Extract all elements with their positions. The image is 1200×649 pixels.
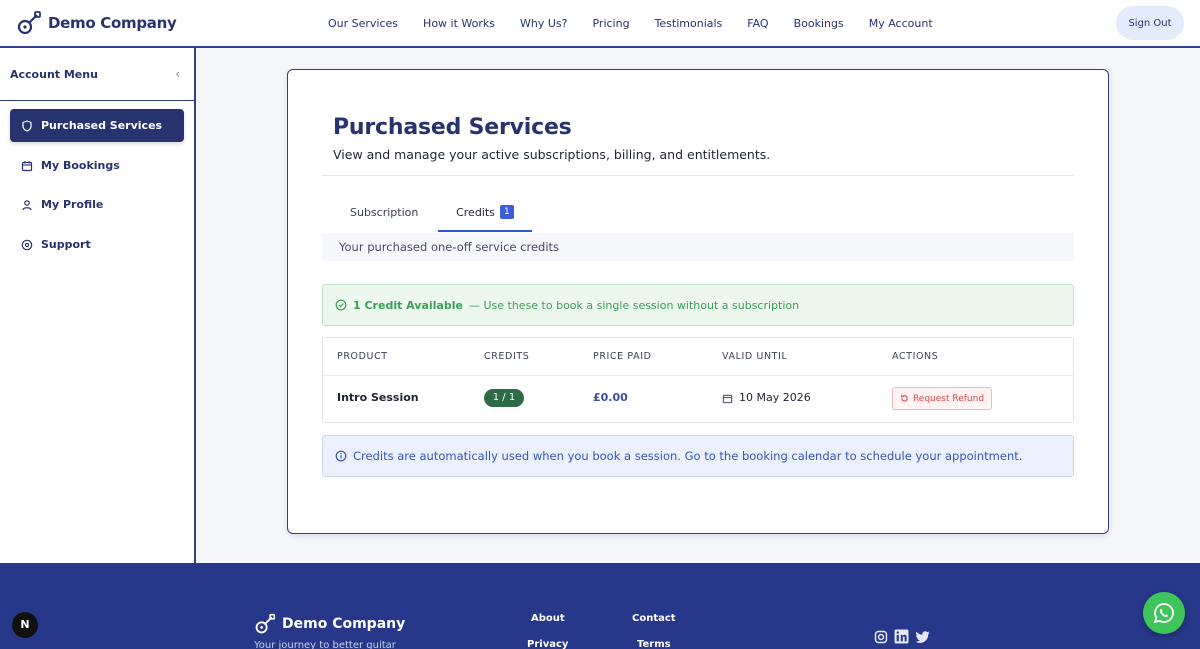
sidebar-item-label: Support xyxy=(41,238,91,251)
footer-brand-name: Demo Company xyxy=(282,616,406,632)
credits-available-alert: 1 Credit Available — Use these to book a… xyxy=(322,284,1074,326)
user-icon xyxy=(22,199,32,210)
page-subtitle: View and manage your active subscription… xyxy=(333,147,771,162)
credits-count-badge: 1 xyxy=(499,205,514,219)
instagram-icon[interactable] xyxy=(874,630,888,644)
whatsapp-chat-button[interactable] xyxy=(1143,592,1185,634)
footer-link-contact[interactable]: Contact xyxy=(632,613,676,624)
table-header: PRODUCT CREDITS PRICE PAID VALID UNTIL A… xyxy=(323,338,1073,376)
chevron-left-icon[interactable]: ‹ xyxy=(175,67,180,81)
sidebar-item-my-profile[interactable]: My Profile xyxy=(10,188,184,221)
sidebar-item-support[interactable]: Support xyxy=(10,228,184,261)
check-circle-icon xyxy=(335,299,347,311)
credits-table: PRODUCT CREDITS PRICE PAID VALID UNTIL A… xyxy=(322,337,1074,423)
tab-label: Subscription xyxy=(350,206,419,219)
footer-link-about[interactable]: About xyxy=(531,613,565,624)
sidebar-item-purchased-services[interactable]: Purchased Services xyxy=(10,109,184,142)
whatsapp-icon xyxy=(1153,603,1174,624)
valid-until-date: 10 May 2026 xyxy=(739,391,811,404)
nav-faq[interactable]: FAQ xyxy=(747,17,768,30)
nextjs-dev-indicator[interactable]: N xyxy=(12,612,38,638)
tab-label: Credits xyxy=(456,206,495,219)
sign-out-button[interactable]: Sign Out xyxy=(1116,6,1184,40)
account-sidebar: Account Menu ‹ Purchased Services My Boo… xyxy=(0,48,196,563)
guitar-icon xyxy=(255,613,276,634)
footer-brand[interactable]: Demo Company xyxy=(254,613,405,635)
tab-credits[interactable]: Credits 1 xyxy=(438,200,532,232)
footer-link-terms[interactable]: Terms xyxy=(637,639,671,649)
sidebar-header: Account Menu ‹ xyxy=(0,48,194,101)
purchased-services-card: Purchased Services View and manage your … xyxy=(287,69,1109,534)
sidebar-item-label: My Profile xyxy=(41,198,104,211)
column-header-valid-until: VALID UNTIL xyxy=(722,351,788,362)
footer-social-links xyxy=(874,629,930,644)
footer-link-privacy[interactable]: Privacy xyxy=(527,639,568,649)
refresh-icon xyxy=(900,394,908,402)
linkedin-icon[interactable] xyxy=(894,629,909,644)
price-paid: £0.00 xyxy=(593,391,628,404)
calendar-icon xyxy=(21,160,33,171)
tab-subscription[interactable]: Subscription xyxy=(350,200,418,232)
info-alert-text: Credits are automatically used when you … xyxy=(353,449,1023,463)
credits-available-count: 1 Credit Available xyxy=(353,298,463,312)
page-title: Purchased Services xyxy=(333,115,572,140)
guitar-icon xyxy=(17,11,41,35)
brand-name: Demo Company xyxy=(48,14,177,32)
nav-testimonials[interactable]: Testimonials xyxy=(655,17,723,30)
nav-pricing[interactable]: Pricing xyxy=(592,17,629,30)
nav-how-it-works[interactable]: How it Works xyxy=(423,17,495,30)
table-row: Intro Session 1 / 1 £0.00 10 May 2026 Re… xyxy=(323,376,1073,422)
column-header-actions: ACTIONS xyxy=(892,351,939,362)
divider xyxy=(322,175,1074,176)
tab-description: Your purchased one-off service credits xyxy=(322,233,1074,261)
calendar-icon xyxy=(722,394,733,403)
column-header-credits: CREDITS xyxy=(484,351,530,362)
request-refund-label: Request Refund xyxy=(912,393,985,404)
credits-remaining-pill: 1 / 1 xyxy=(484,389,524,407)
request-refund-button[interactable]: Request Refund xyxy=(892,387,992,410)
info-icon xyxy=(335,450,347,462)
help-circle-icon xyxy=(21,239,33,250)
top-header: Demo Company Our Services How it Works W… xyxy=(0,0,1200,48)
sidebar-item-label: My Bookings xyxy=(41,159,120,172)
column-header-product: PRODUCT xyxy=(337,351,388,362)
main-nav: Our Services How it Works Why Us? Pricin… xyxy=(328,0,958,46)
nav-my-account[interactable]: My Account xyxy=(869,17,933,30)
credits-available-text: — Use these to book a single session wit… xyxy=(468,298,800,312)
brand-logo[interactable]: Demo Company xyxy=(16,10,177,36)
site-footer: Demo Company Your journey to better guit… xyxy=(0,563,1200,649)
sidebar-item-label: Purchased Services xyxy=(41,119,163,132)
product-name: Intro Session xyxy=(337,391,419,404)
column-header-price-paid: PRICE PAID xyxy=(593,351,652,362)
valid-until: 10 May 2026 xyxy=(722,376,811,420)
sidebar-item-my-bookings[interactable]: My Bookings xyxy=(10,149,184,182)
nav-our-services[interactable]: Our Services xyxy=(328,17,398,30)
nav-why-us[interactable]: Why Us? xyxy=(520,17,567,30)
twitter-icon[interactable] xyxy=(915,630,930,644)
info-alert: Credits are automatically used when you … xyxy=(322,435,1074,477)
footer-tagline: Your journey to better guitar xyxy=(254,640,396,649)
shield-icon xyxy=(22,119,32,132)
nav-bookings[interactable]: Bookings xyxy=(794,17,844,30)
sidebar-title: Account Menu xyxy=(10,67,98,81)
